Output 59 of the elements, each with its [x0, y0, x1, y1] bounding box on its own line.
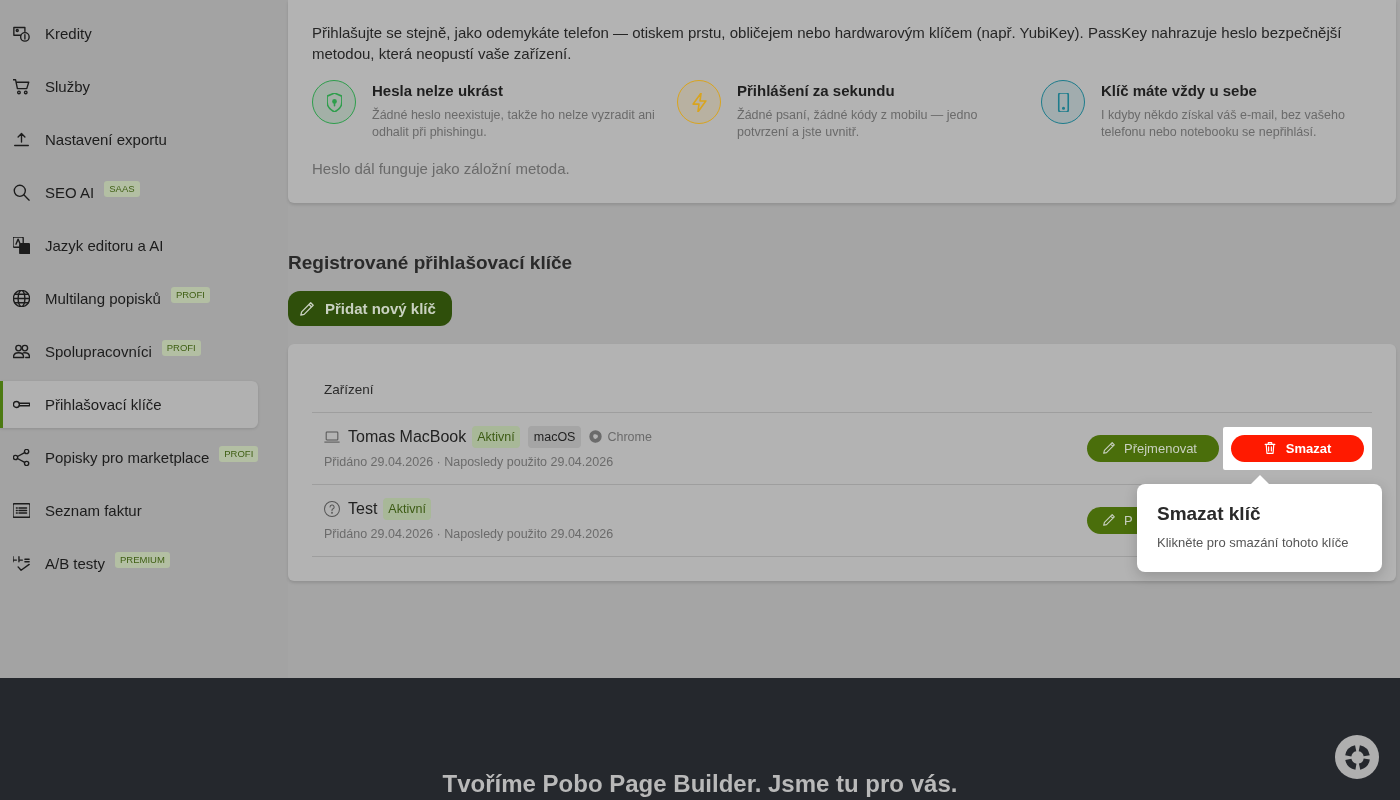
feature-title: Přihlášení za sekundu [737, 81, 896, 101]
sidebar-item[interactable]: Seznam faktur [0, 487, 258, 534]
key-dates: Přidáno 29.04.2026 · Naposledy použito 29.04.2026 [324, 526, 615, 543]
plan-badge: PROFI [170, 287, 210, 303]
list-icon [13, 502, 30, 519]
add-key-button[interactable]: Přidat nový klíč [288, 291, 452, 326]
sidebar-item[interactable]: SEO AI SAAS [0, 169, 258, 216]
os-tag: macOS [527, 425, 582, 448]
pencil-icon [1103, 514, 1115, 526]
sidebar-item[interactable]: Služby [0, 63, 258, 110]
sidebar-item[interactable]: Kredity [0, 10, 258, 57]
intro-text: Přihlašujte se stejně, jako odemykáte telefon — otiskem prstu, obličejem nebo hardwarovým klíčem (např. YubiKey). PassKey nahrazuje heslo bezpečnější metodou, která neopustí vaše zařízení. [312, 23, 1343, 64]
browser-logo-icon [589, 430, 603, 443]
plan-badge: SAAS [104, 181, 140, 197]
sidebar-item[interactable]: Popisky pro marketplace PROFI [0, 434, 258, 481]
plan-badge: PROFI [161, 340, 201, 356]
feature-title: Klíč máte vždy u sebe [1101, 81, 1258, 101]
sidebar-item[interactable]: Jazyk editoru a AI [0, 222, 258, 269]
tooltip-text: Klikněte pro smazání tohoto klíče [1157, 533, 1350, 551]
column-header: Zařízení [324, 382, 374, 397]
feature-description: I kdyby někdo získal váš e-mail, bez vašeho telefonu nebo notebooku se nepřihlásí. [1101, 107, 1346, 141]
people-icon [13, 343, 30, 360]
spellcheck-icon [13, 555, 30, 572]
feature-title: Hesla nelze ukrást [372, 81, 504, 101]
laptop-icon [324, 428, 340, 445]
trash-icon [1263, 442, 1276, 454]
plan-badge: PROFI [219, 446, 259, 462]
sidebar-item[interactable]: A/B testy PREMIUM [0, 540, 258, 587]
rename-button[interactable]: P [1087, 506, 1137, 534]
status-badge: Aktivní [383, 497, 431, 520]
browser-name: Chrome [607, 429, 652, 444]
sidebar-item[interactable]: Multilang popisků PROFI [0, 275, 258, 322]
search-icon [13, 184, 30, 201]
share-icon [13, 449, 30, 466]
lifebuoy-icon [1344, 744, 1370, 770]
device-name: Test [348, 499, 378, 518]
question-circle-icon [324, 500, 340, 517]
section-title: Registrované přihlašovací klíče [288, 251, 574, 275]
tooltip-title: Smazat klíč [1157, 501, 1262, 526]
sidebar-item[interactable]: Nastavení exportu [0, 116, 258, 163]
cart-icon [13, 78, 30, 95]
pencil-icon [300, 301, 314, 316]
status-badge: Aktivní [472, 425, 520, 448]
sidebar-item[interactable]: Spolupracovníci PROFI [0, 328, 258, 375]
fallback-note: Heslo dál funguje jako záložní metoda. [312, 159, 571, 179]
device-name: Tomas MacBook [348, 427, 467, 446]
globe-icon [13, 290, 30, 307]
pencil-icon [1103, 442, 1115, 454]
upload-icon [13, 131, 30, 148]
banknote-coin-icon [13, 25, 30, 42]
feature-description: Žádné heslo neexistuje, takže ho nelze vyzradit ani odhalit při phishingu. [372, 107, 656, 141]
plan-badge: PREMIUM [115, 552, 170, 568]
footer-headline: Tvoříme Pobo Page Builder. Jsme tu pro vás. [442, 770, 958, 798]
rename-button[interactable]: Přejmenovat [1087, 434, 1219, 462]
feature-description: Žádné psaní, žádné kódy z mobilu — jedno potvrzení a jste uvnitř. [737, 107, 979, 141]
key-dates: Přidáno 29.04.2026 · Naposledy použito 29.04.2026 [324, 454, 615, 471]
sidebar-item[interactable]: Přihlašovací klíče [0, 381, 258, 428]
delete-button[interactable]: Smazat [1231, 434, 1364, 462]
translate-icon [13, 237, 30, 254]
